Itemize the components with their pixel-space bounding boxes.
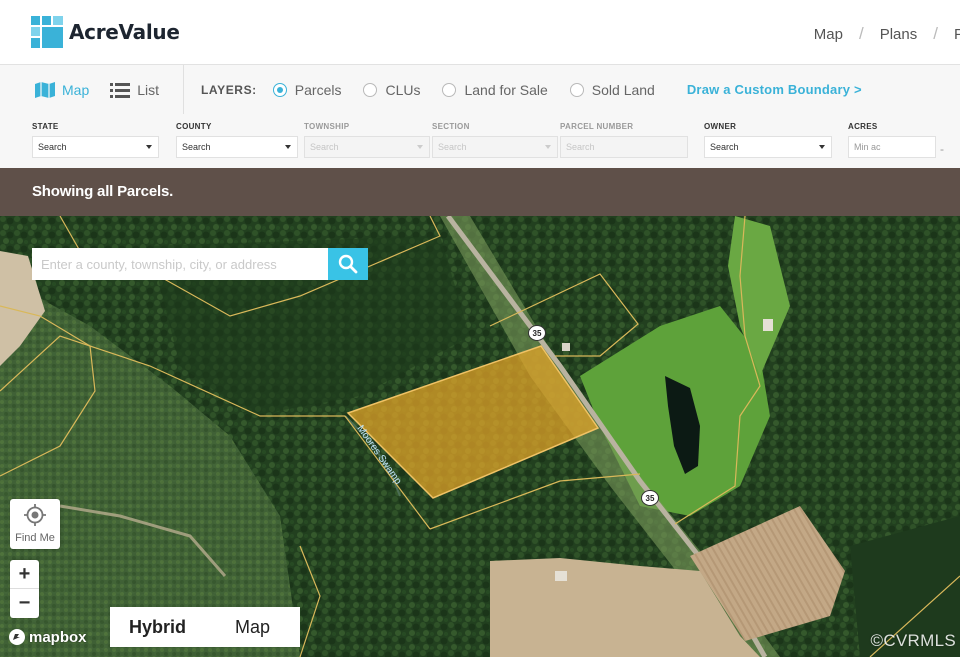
map-toolbar: Map List LAYERS: Parcels CLUs Land for S… (0, 64, 960, 168)
nav-link-map[interactable]: Map (814, 26, 843, 43)
acres-range-separator: - (940, 142, 944, 156)
nav-link-plans[interactable]: Plans (880, 26, 918, 43)
township-filter: TOWNSHIP Search (304, 122, 430, 158)
satellite-map[interactable]: 35 35 Moores Swamp Find Me (0, 216, 960, 657)
county-select-value: Search (182, 142, 211, 152)
layer-label: Sold Land (591, 81, 655, 98)
mapbox-logo-icon (9, 629, 25, 645)
chevron-down-icon (146, 145, 152, 149)
parcel-number-input[interactable]: Search (560, 136, 688, 158)
location-search (32, 248, 368, 280)
location-search-input[interactable] (32, 248, 328, 280)
layers-selector: LAYERS: Parcels CLUs Land for Sale Sold … (201, 65, 862, 114)
zoom-control: + − (10, 560, 39, 618)
basemap-toggle: Hybrid Map (110, 607, 300, 647)
route-shield: 35 (528, 325, 546, 341)
basemap-hybrid-button[interactable]: Hybrid (110, 607, 205, 647)
radio-empty-icon (569, 82, 584, 97)
acrevalue-logo-icon (31, 16, 63, 48)
results-status-text: Showing all Parcels. (32, 183, 174, 200)
map-view-label: Map (62, 81, 90, 98)
nav-separator: / (858, 24, 864, 43)
svg-text:35: 35 (533, 329, 542, 338)
radio-empty-icon (442, 82, 457, 97)
zoom-in-button[interactable]: + (10, 560, 39, 589)
acres-min-placeholder: Min ac (854, 142, 881, 152)
owner-select[interactable]: Search (704, 136, 832, 158)
draw-custom-boundary-link[interactable]: Draw a Custom Boundary > (687, 82, 862, 97)
nav-separator: / (933, 24, 938, 43)
zoom-out-button[interactable]: − (10, 589, 39, 618)
search-button[interactable] (328, 248, 368, 280)
chevron-down-icon (417, 145, 423, 149)
township-filter-label: TOWNSHIP (304, 122, 350, 131)
chevron-down-icon (545, 145, 551, 149)
building (763, 319, 773, 331)
view-toggle: Map List (0, 65, 184, 114)
building (562, 343, 570, 351)
county-select[interactable]: Search (176, 136, 298, 158)
layer-radio-clus[interactable]: CLUs (363, 82, 420, 98)
building (555, 571, 567, 581)
nav-link-truncated[interactable]: P (954, 26, 960, 43)
layers-label: LAYERS: (201, 82, 257, 97)
section-select[interactable]: Search (432, 136, 558, 158)
basemap-map-button[interactable]: Map (205, 607, 300, 647)
acres-filter-label: ACRES (848, 122, 878, 131)
mapbox-label: mapbox (29, 628, 87, 646)
list-view-label: List (137, 81, 160, 98)
township-select-value: Search (310, 142, 339, 152)
parcel-number-input-value: Search (566, 142, 595, 152)
state-filter: STATE Search (32, 122, 159, 158)
county-filter-label: COUNTY (176, 122, 212, 131)
find-me-button[interactable]: Find Me (10, 499, 60, 549)
results-status-bar: Showing all Parcels. (0, 168, 960, 216)
acres-min-input[interactable]: Min ac (848, 136, 936, 158)
layer-radio-sold-land[interactable]: Sold Land (569, 81, 655, 98)
section-filter-label: SECTION (432, 122, 470, 131)
search-icon (338, 254, 358, 274)
chevron-down-icon (285, 145, 291, 149)
radio-empty-icon (363, 82, 378, 97)
layer-radio-parcels[interactable]: Parcels (272, 81, 342, 98)
layer-label: CLUs (385, 81, 421, 98)
state-select[interactable]: Search (32, 136, 159, 158)
list-view-toggle[interactable]: List (109, 81, 159, 99)
county-filter: COUNTY Search (176, 122, 298, 158)
toolbar-row-layers: Map List LAYERS: Parcels CLUs Land for S… (0, 65, 960, 114)
svg-text:35: 35 (646, 494, 655, 503)
satellite-imagery: 35 35 Moores Swamp (0, 216, 960, 657)
copyright-watermark: ©CVRMLS (870, 631, 956, 650)
layer-label: Land for Sale (464, 81, 548, 98)
section-select-value: Search (438, 142, 467, 152)
acrevalue-logo[interactable]: AcreValue (31, 16, 180, 48)
find-me-label: Find Me (15, 532, 55, 544)
toolbar-row-filters: STATE Search COUNTY Search TOWNSHIP Sear… (0, 114, 960, 169)
layer-label: Parcels (294, 81, 342, 98)
acres-filter: ACRES Min ac (848, 122, 936, 158)
map-view-toggle[interactable]: Map (34, 81, 89, 99)
parcel-number-filter-label: PARCEL NUMBER (560, 122, 634, 131)
list-icon (110, 82, 131, 98)
route-shield: 35 (641, 490, 659, 506)
chevron-down-icon (819, 145, 825, 149)
mapbox-attribution[interactable]: mapbox (8, 628, 87, 646)
state-select-value: Search (38, 142, 67, 152)
top-header: AcreValue Map / Plans / P (0, 0, 960, 64)
parcel-number-filter: PARCEL NUMBER Search (560, 122, 688, 158)
section-filter: SECTION Search (432, 122, 558, 158)
crosshair-icon (24, 504, 46, 526)
brand-name: AcreValue (69, 20, 180, 44)
state-filter-label: STATE (32, 122, 59, 131)
owner-filter: OWNER Search (704, 122, 832, 158)
township-select[interactable]: Search (304, 136, 430, 158)
owner-filter-label: OWNER (704, 122, 737, 131)
radio-selected-icon (272, 82, 287, 97)
owner-select-value: Search (710, 142, 739, 152)
layer-radio-land-for-sale[interactable]: Land for Sale (442, 81, 548, 98)
top-nav: Map / Plans / P (814, 24, 960, 44)
map-icon (35, 81, 55, 98)
